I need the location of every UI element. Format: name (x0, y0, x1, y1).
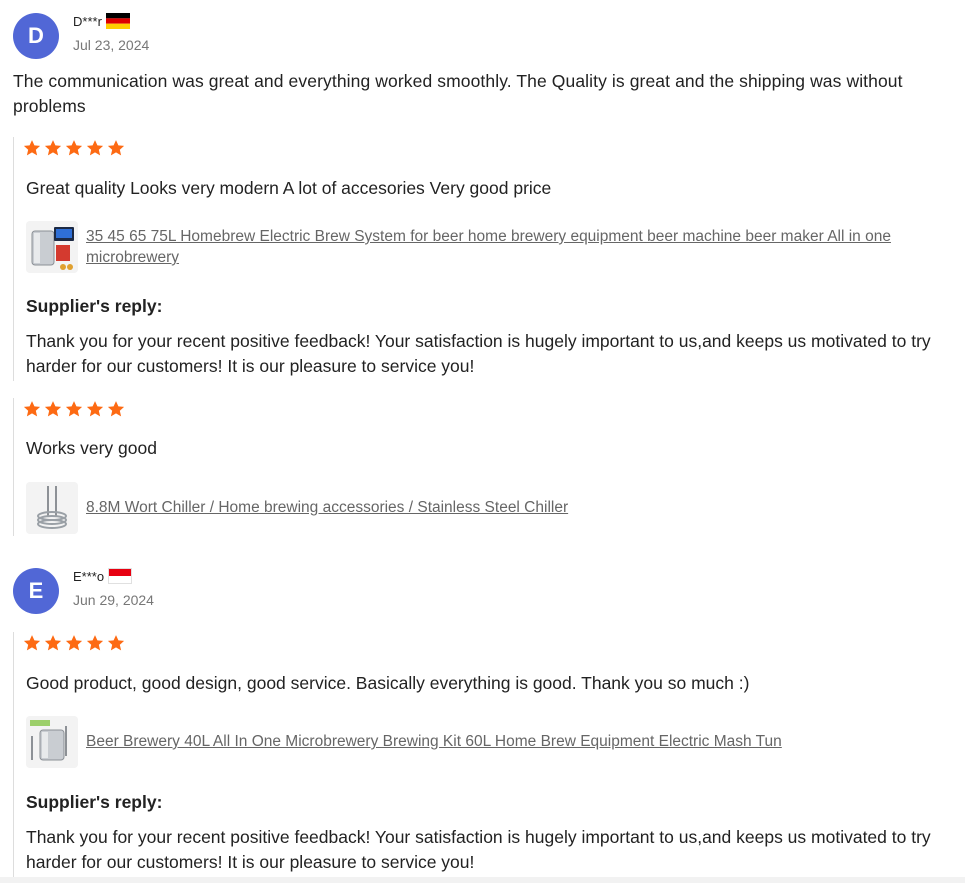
star-rating (23, 400, 128, 418)
avatar: D (13, 13, 59, 59)
avatar: E (13, 568, 59, 614)
supplier-reply-text: Thank you for your recent positive feedb… (26, 331, 931, 376)
review-item: Great quality Looks very modern A lot of… (13, 137, 954, 381)
reviewer-name: D***r (73, 14, 102, 29)
supplier-reply-title: Supplier's reply: (26, 296, 163, 316)
star-icon (65, 634, 83, 652)
review-item: Good product, good design, good service.… (13, 632, 954, 877)
star-icon (86, 400, 104, 418)
product-link-row[interactable]: 35 45 65 75L Homebrew Electric Brew Syst… (26, 221, 941, 273)
reviewer-line: E***o (73, 568, 133, 586)
star-icon (44, 634, 62, 652)
product-link-row[interactable]: 8.8M Wort Chiller / Home brewing accesso… (26, 482, 941, 534)
star-icon (107, 400, 125, 418)
star-icon (44, 139, 62, 157)
product-link[interactable]: Beer Brewery 40L All In One Microbrewery… (86, 731, 936, 752)
germany-flag-icon (105, 13, 130, 29)
star-icon (65, 400, 83, 418)
review-item: Works very good 8.8M Wort Chiller / Home… (13, 398, 954, 536)
product-link[interactable]: 35 45 65 75L Homebrew Electric Brew Syst… (86, 226, 936, 268)
reviewer-line: D***r (73, 13, 130, 31)
star-icon (23, 634, 41, 652)
bottom-scroll-strip (0, 877, 965, 883)
review-item-text: Works very good (26, 438, 157, 458)
supplier-reply-text: Thank you for your recent positive feedb… (26, 827, 931, 872)
star-rating (23, 139, 128, 157)
product-link-row[interactable]: Beer Brewery 40L All In One Microbrewery… (26, 716, 941, 768)
supplier-reply-title: Supplier's reply: (26, 792, 163, 812)
review-card: D D***r Jul 23, 2024 The communication w… (0, 13, 965, 536)
brewery-kit-thumbnail-icon[interactable] (26, 716, 78, 768)
indonesia-flag-icon (108, 568, 133, 584)
review-date: Jul 23, 2024 (73, 37, 150, 53)
review-card: E E***o Jun 29, 2024 Good product, good … (0, 568, 965, 877)
star-icon (86, 139, 104, 157)
review-date: Jun 29, 2024 (73, 592, 154, 608)
wort-chiller-thumbnail-icon[interactable] (26, 482, 78, 534)
star-icon (23, 400, 41, 418)
brew-system-thumbnail-icon[interactable] (26, 221, 78, 273)
review-item-text: Great quality Looks very modern A lot of… (26, 178, 552, 198)
star-icon (23, 139, 41, 157)
star-icon (44, 400, 62, 418)
star-icon (86, 634, 104, 652)
star-icon (65, 139, 83, 157)
review-text: The communication was great and everythi… (13, 71, 903, 116)
star-icon (107, 139, 125, 157)
product-link[interactable]: 8.8M Wort Chiller / Home brewing accesso… (86, 497, 936, 518)
reviewer-name: E***o (73, 569, 105, 584)
review-item-text: Good product, good design, good service.… (26, 673, 750, 693)
star-icon (107, 634, 125, 652)
star-rating (23, 634, 128, 652)
